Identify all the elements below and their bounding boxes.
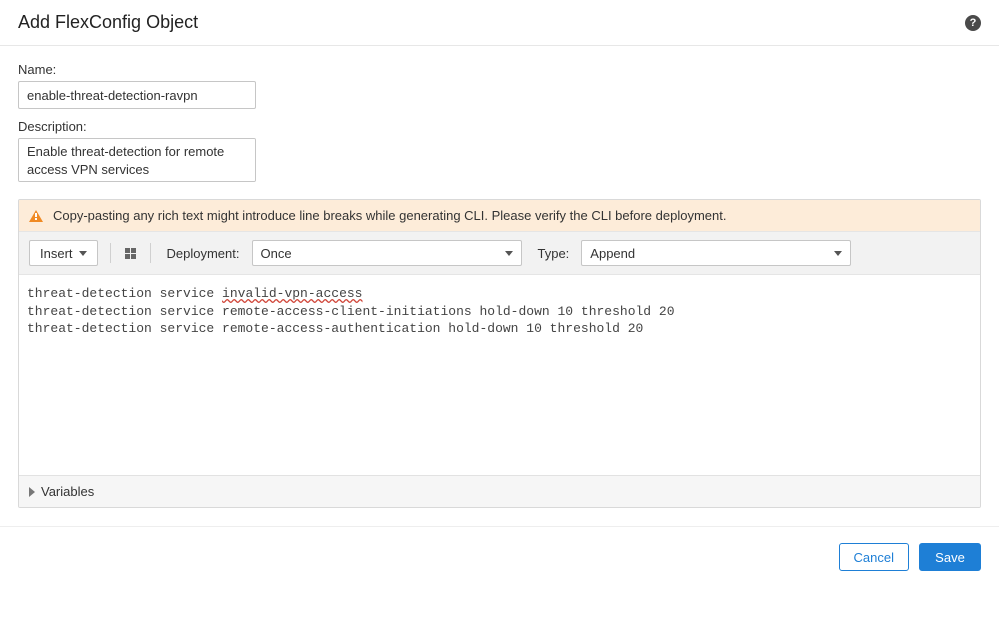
description-input[interactable]: Enable threat-detection for remote acces… [18,138,256,182]
editor-block: Copy-pasting any rich text might introdu… [18,199,981,508]
chevron-down-icon [79,251,87,256]
cancel-button[interactable]: Cancel [839,543,909,571]
chevron-right-icon [29,487,35,497]
editor-toolbar: Insert Deployment: Once Type: Append [19,231,980,275]
dialog-footer: Cancel Save [0,526,999,589]
code-line-1a: threat-detection service [27,286,222,301]
description-label: Description: [18,119,981,134]
type-label: Type: [538,246,570,261]
dialog-body: Name: Description: Enable threat-detecti… [0,46,999,508]
cli-editor[interactable]: threat-detection service invalid-vpn-acc… [19,275,980,475]
grid-icon[interactable] [123,246,138,261]
insert-button-label: Insert [40,246,73,261]
variables-toggle[interactable]: Variables [19,475,980,507]
warning-bar: Copy-pasting any rich text might introdu… [19,200,980,231]
deployment-select[interactable]: Once [252,240,522,266]
name-label: Name: [18,62,981,77]
name-input[interactable] [18,81,256,109]
dialog-header: Add FlexConfig Object ? [0,0,999,46]
flexconfig-dialog: Add FlexConfig Object ? Name: Descriptio… [0,0,999,589]
deployment-label: Deployment: [167,246,240,261]
variables-label: Variables [41,484,94,499]
type-select[interactable]: Append [581,240,851,266]
code-line-3: threat-detection service remote-access-a… [27,321,643,336]
code-line-2: threat-detection service remote-access-c… [27,304,675,319]
chevron-down-icon [505,251,513,256]
help-icon[interactable]: ? [965,15,981,31]
warning-icon [29,210,43,222]
type-value: Append [590,246,635,261]
save-button[interactable]: Save [919,543,981,571]
chevron-down-icon [834,251,842,256]
toolbar-separator [150,243,151,263]
dialog-title: Add FlexConfig Object [18,12,198,33]
toolbar-separator [110,243,111,263]
warning-text: Copy-pasting any rich text might introdu… [53,208,726,223]
deployment-value: Once [261,246,292,261]
code-line-1b: invalid-vpn-access [222,286,362,301]
insert-button[interactable]: Insert [29,240,98,266]
